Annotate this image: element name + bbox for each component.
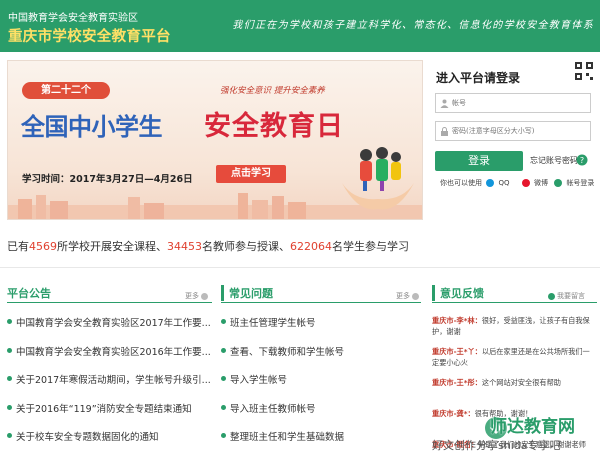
- banner-headline-primary: 全国中小学生: [21, 113, 163, 141]
- username-field[interactable]: [435, 93, 591, 113]
- announcement-item[interactable]: 中国教育学会安全教育实验区2017年工作要...: [7, 315, 212, 344]
- announcements-list: 中国教育学会安全教育实验区2017年工作要... 中国教育学会安全教育实验区20…: [7, 315, 212, 456]
- more-icon[interactable]: [412, 292, 419, 300]
- login-panel: 进入平台请登录 登录 忘记账号密码? ? 你也可以使用 QQ 微博 帐号登录: [430, 60, 595, 220]
- student-count: 622064: [290, 240, 332, 253]
- more-icon[interactable]: [201, 292, 208, 300]
- announcement-item[interactable]: 关于2017年寒假活动期间，学生帐号升级引...: [7, 372, 212, 401]
- announcements-title: 平台公告: [7, 287, 51, 300]
- username-input[interactable]: [452, 96, 586, 110]
- school-count: 4569: [29, 240, 57, 253]
- announcement-item[interactable]: 中国教育学会安全教育实验区2016年工作要...: [7, 344, 212, 373]
- message-icon[interactable]: [548, 292, 555, 300]
- forgot-password-link[interactable]: 忘记账号密码?: [530, 155, 582, 166]
- faq-item[interactable]: 整理班主任和学生基础数据: [221, 429, 421, 456]
- stats-text-3: 名教师参与授课、: [202, 240, 290, 253]
- announcement-item[interactable]: 关于校车安全专题数据固化的通知: [7, 429, 212, 456]
- feedback-author: 重庆市-王*丫：: [432, 347, 482, 356]
- platform-stats: 已有4569所学校开展安全课程、34453名教师参与授课、622064名学生参与…: [7, 238, 409, 254]
- qq-icon[interactable]: [486, 179, 495, 187]
- faq-item[interactable]: 导入学生帐号: [221, 372, 421, 401]
- faq-title: 常见问题: [221, 285, 273, 301]
- site-title[interactable]: 重庆市学校安全教育平台: [8, 25, 171, 46]
- svg-text:?: ?: [580, 156, 584, 165]
- feedback-item: 重庆市-李*林：很好，受益匪浅，让孩子有自我保护，谢谢: [432, 315, 592, 346]
- stats-text-4: 名学生参与学习: [332, 240, 409, 253]
- more-label[interactable]: 更多: [185, 292, 199, 300]
- login-title: 进入平台请登录: [436, 71, 521, 85]
- feedback-author: 重庆市-王*彤：: [432, 378, 482, 387]
- faq-list: 班主任管理学生帐号 查看、下载教师和学生帐号 导入学生帐号 导入班主任教师帐号 …: [221, 315, 421, 456]
- announcement-item[interactable]: 关于2016年“119”消防安全专题结束通知: [7, 401, 212, 430]
- weibo-login-link[interactable]: 微博: [534, 178, 548, 188]
- banner-headline-secondary: 安全教育日: [204, 111, 344, 142]
- panel-underline: [432, 302, 597, 303]
- faq-more-link[interactable]: 更多: [396, 291, 419, 301]
- qq-login-link[interactable]: QQ: [498, 179, 509, 187]
- lock-icon: [441, 127, 448, 136]
- stats-text-1: 已有: [7, 240, 29, 253]
- faq-item[interactable]: 导入班主任教师帐号: [221, 401, 421, 430]
- feedback-text: 这个网站对安全很有帮助: [481, 378, 561, 387]
- brand-org: 中国教育学会安全教育实验区: [8, 13, 138, 24]
- user-icon: [440, 99, 449, 108]
- leave-message-label[interactable]: 我要留言: [557, 292, 585, 300]
- children-in-hands-illustration: [342, 147, 414, 210]
- faq-item[interactable]: 查看、下载教师和学生帐号: [221, 344, 421, 373]
- alt-login-prefix: 你也可以使用: [440, 179, 482, 187]
- hero-banner[interactable]: 第二十二个 强化安全意识 提升安全素养 全国中小学生 安全教育日 学习时间：20…: [7, 60, 423, 220]
- start-study-button[interactable]: 点击学习: [216, 165, 286, 183]
- feedback-item: 重庆市-王*彤：这个网站对安全很有帮助: [432, 377, 592, 408]
- header-slogan: 我们正在为学校和孩子建立科学化、常态化、信息化的学校安全教育体系: [232, 20, 594, 31]
- announcements-more-link[interactable]: 更多: [185, 291, 208, 301]
- banner-badge: 第二十二个: [22, 82, 110, 99]
- watermark-title: 师达教育网: [490, 417, 575, 437]
- feedback-author: 重庆市-龚*：: [432, 409, 475, 418]
- login-button[interactable]: 登录: [435, 151, 523, 171]
- teacher-count: 34453: [167, 240, 202, 253]
- help-icon[interactable]: ?: [576, 154, 588, 166]
- account-icon[interactable]: [554, 179, 563, 187]
- feedback-item: 重庆市-王*丫：以后在家里还是在公共场所我们一定要小心火: [432, 346, 592, 377]
- panel-underline: [221, 302, 421, 303]
- weibo-icon[interactable]: [521, 179, 530, 187]
- more-label[interactable]: 更多: [396, 292, 410, 300]
- watermark-subtitle: 好文创作分享shida专享吧: [432, 439, 561, 452]
- stats-text-2: 所学校开展安全课程、: [57, 240, 167, 253]
- qr-code-icon[interactable]: [573, 60, 595, 82]
- alternate-login-row: 你也可以使用 QQ 微博 帐号登录: [440, 178, 594, 188]
- panel-underline: [7, 302, 212, 303]
- password-field[interactable]: [435, 121, 591, 141]
- banner-tagline: 强化安全意识 提升安全素养: [220, 86, 325, 96]
- feedback-title: 意见反馈: [432, 285, 484, 301]
- section-divider: [0, 267, 600, 268]
- banner-study-dates: 学习时间：2017年3月27日—4月26日: [22, 174, 193, 185]
- feedback-author: 重庆市-李*林：: [432, 316, 482, 325]
- account-login-link[interactable]: 帐号登录: [566, 178, 594, 188]
- password-input[interactable]: [452, 124, 586, 138]
- site-header: 中国教育学会安全教育实验区 重庆市学校安全教育平台 我们正在为学校和孩子建立科学…: [0, 0, 600, 52]
- leave-message-link[interactable]: 我要留言: [548, 291, 585, 301]
- faq-item[interactable]: 班主任管理学生帐号: [221, 315, 421, 344]
